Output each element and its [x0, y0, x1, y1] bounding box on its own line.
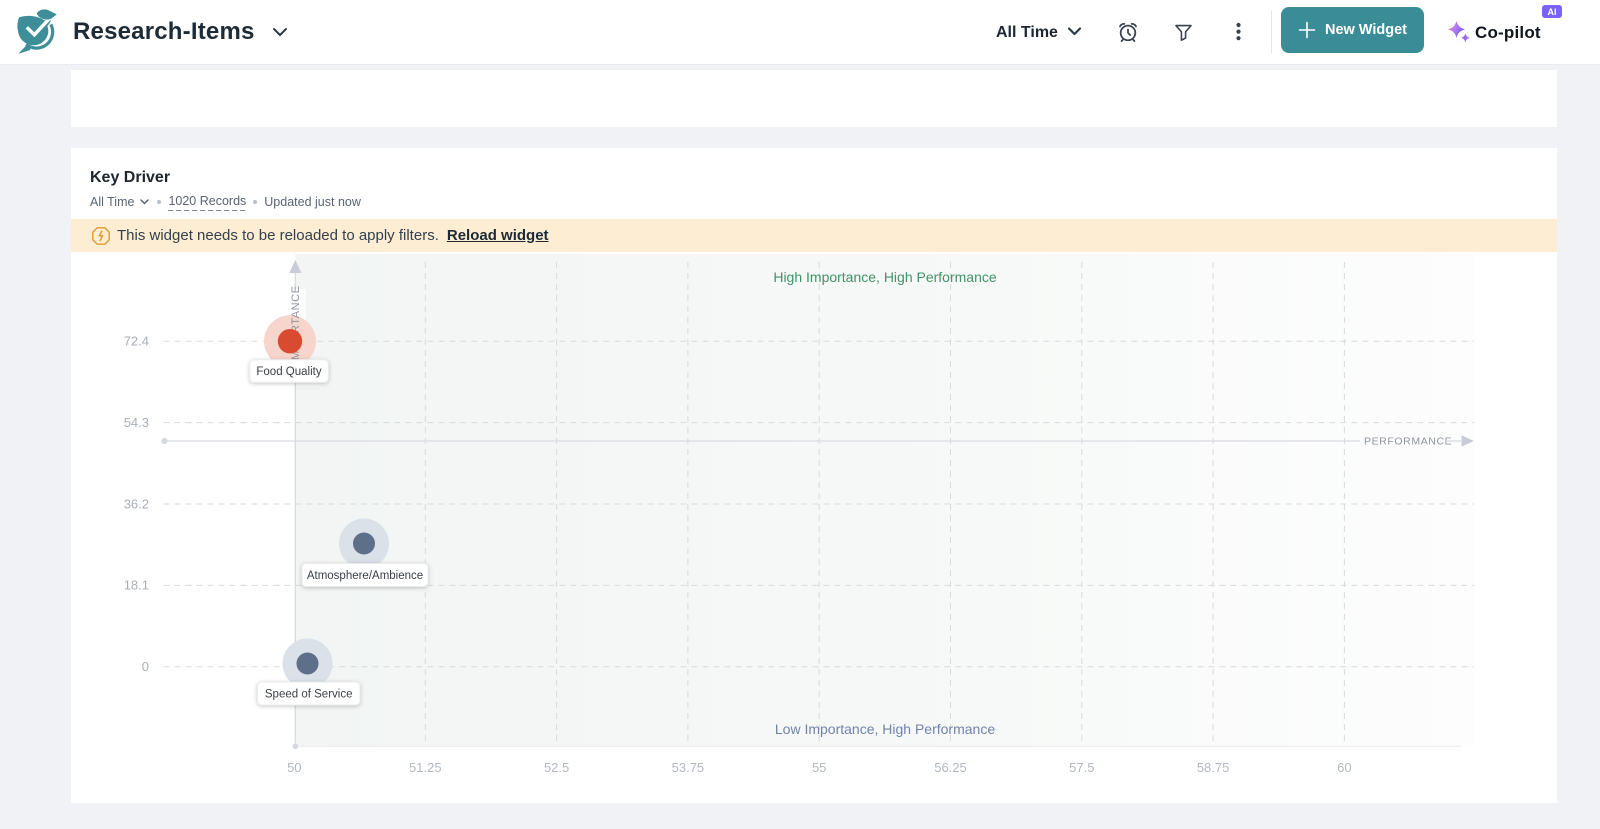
svg-text:55: 55	[812, 760, 826, 775]
svg-text:56.25: 56.25	[934, 760, 967, 775]
svg-text:52.5: 52.5	[544, 760, 569, 775]
svg-text:53.75: 53.75	[672, 760, 705, 775]
svg-text:72.4: 72.4	[124, 334, 149, 349]
svg-text:54.3: 54.3	[124, 415, 149, 430]
svg-text:50: 50	[287, 760, 301, 775]
svg-text:High Importance, High Performa: High Importance, High Performance	[773, 269, 997, 285]
svg-text:Food Quality: Food Quality	[256, 366, 321, 378]
svg-text:Speed of Service: Speed of Service	[265, 689, 353, 701]
svg-text:0: 0	[142, 659, 149, 674]
svg-text:60: 60	[1337, 760, 1351, 775]
svg-text:58.75: 58.75	[1197, 760, 1230, 775]
svg-text:57.5: 57.5	[1069, 760, 1094, 775]
svg-text:Low Importance, High Performan: Low Importance, High Performance	[775, 721, 995, 737]
svg-text:PERFORMANCE: PERFORMANCE	[1364, 436, 1452, 448]
svg-text:18.1: 18.1	[124, 578, 149, 593]
svg-text:51.25: 51.25	[409, 760, 442, 775]
svg-text:36.2: 36.2	[124, 496, 149, 511]
svg-text:Atmosphere/Ambience: Atmosphere/Ambience	[307, 570, 423, 582]
